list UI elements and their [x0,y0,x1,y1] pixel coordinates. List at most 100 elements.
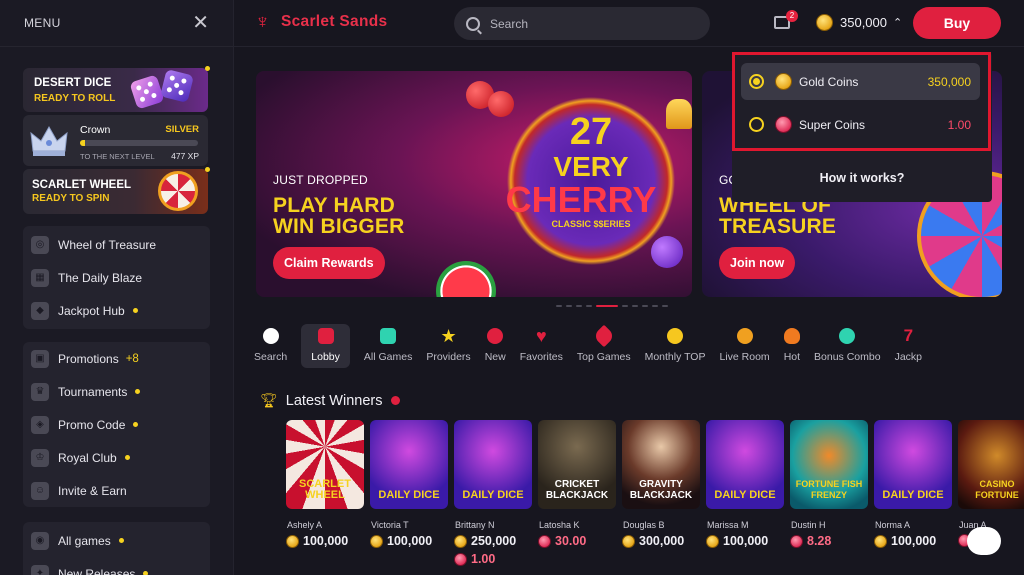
pager-dot[interactable] [652,305,658,307]
level-name: Crown [80,124,111,136]
search-input[interactable] [490,16,690,31]
chat-button[interactable] [967,527,1001,555]
winner-card[interactable]: GRAVITY BLACKJACK Douglas B 300,000 [622,420,700,548]
logo-line-3: CLASSIC $$ERIES [551,219,631,229]
win-amount: 8.28 [790,534,868,548]
sidebar-item-promo-code[interactable]: ◈ Promo Code [23,408,210,441]
pager-dot[interactable] [632,305,638,307]
new-icon: ✦ [31,564,49,575]
tab-label: Providers [426,351,471,363]
nav-label: Royal Club [58,450,117,465]
promo-scarlet-wheel[interactable]: SCARLET WHEEL READY TO SPIN [23,169,208,214]
sidebar-item-jackpot-hub[interactable]: ◆ Jackpot Hub [23,294,210,327]
promo-crown-level[interactable]: Crown SILVER TO THE NEXT LEVEL 477 XP [23,115,208,166]
brand-logo[interactable]: ♆ Scarlet Sands [255,11,387,33]
notification-dot [143,571,149,575]
winner-name: Marissa M [707,520,749,530]
tab-bonus-combo[interactable]: Bonus Combo [814,324,881,368]
pager-dot[interactable] [556,305,562,307]
game-title: CASINO FORTUNE [975,479,1019,500]
sidebar-item-royal-club[interactable]: ♔ Royal Club [23,441,210,474]
search-icon [262,328,279,344]
how-it-works-link[interactable]: How it works? [732,171,992,185]
bell-icon [666,99,692,129]
search-bar[interactable] [454,7,710,40]
tab-new[interactable]: New [485,324,506,368]
close-icon[interactable]: ✕ [192,13,209,33]
game-title: DAILY DICE [378,489,440,501]
winner-card[interactable]: DAILY DICE Norma A 100,000 [874,420,952,548]
section-title: Latest Winners [285,392,383,409]
winner-card[interactable]: DAILY DICE Brittany N 250,000 1.00 [454,420,532,566]
notification-dot [205,66,210,71]
trophy-icon: 🏆︎ [260,392,278,408]
tab-label: All Games [363,351,413,363]
pager-dot[interactable] [642,305,648,307]
wheel-icon [158,171,198,211]
gold-coin-icon [706,534,719,548]
tab-jackpot[interactable]: 7 Jackp [895,324,922,368]
notification-dot [132,308,138,313]
sidebar-item-promotions[interactable]: ▣ Promotions +8 [23,342,210,375]
tab-live-room[interactable]: Live Room [719,324,770,368]
sidebar-item-invite-earn[interactable]: ☺ Invite & Earn [23,474,210,507]
tab-all-games[interactable]: All Games [364,324,412,368]
tab-monthly-top[interactable]: Monthly TOP [645,324,705,368]
tab-providers[interactable]: ★ Providers [426,324,470,368]
tab-hot[interactable]: Hot [784,324,800,368]
gold-coin-icon [286,534,299,548]
tab-search[interactable]: Search [254,324,287,368]
sidebar-item-new-releases[interactable]: ✦ New Releases [23,557,210,575]
seven-icon: 7 [903,326,914,345]
pager-dot[interactable] [566,305,572,307]
tab-top-games[interactable]: Top Games [577,324,631,368]
banner-very-cherry[interactable]: 27 VERY CHERRY CLASSIC $$ERIES JUST DROP… [256,71,692,297]
winner-card[interactable]: DAILY DICE Victoria T 100,000 [370,420,448,548]
mail-icon[interactable]: 2 [774,10,798,29]
game-title: CRICKET BLACKJACK [545,479,609,501]
option-value: 350,000 [927,74,971,89]
tab-label: Jackp [894,351,923,363]
plum-icon [651,236,683,268]
sidebar-item-daily-blaze[interactable]: ▦ The Daily Blaze [23,261,210,294]
tab-lobby[interactable]: Lobby [301,324,350,368]
promo-desert-dice[interactable]: DESERT DICE READY TO ROLL [23,68,208,112]
pager-dot-active[interactable] [596,305,618,307]
gold-coin-icon [775,73,792,90]
claim-rewards-button[interactable]: Claim Rewards [273,247,385,279]
super-coin-icon [775,116,792,133]
pager-dot[interactable] [622,305,628,307]
game-title: DAILY DICE [882,489,944,501]
win-amount: 100,000 [286,534,364,548]
buy-button[interactable]: Buy [913,7,1001,39]
winner-card[interactable]: SCARLET WHEEL Ashely A 100,000 [286,420,364,548]
tab-favorites[interactable]: ♥ Favorites [520,324,563,368]
winner-card[interactable]: FORTUNE FISH FRENZY Dustin H 8.28 [790,420,868,548]
balance-selector[interactable]: 350,000 ⌃ [816,14,902,31]
game-thumbnail: DAILY DICE [454,420,532,509]
join-now-button[interactable]: Join now [719,247,796,279]
notification-dot [118,538,124,543]
winner-card[interactable]: DAILY DICE Marissa M 100,000 [706,420,784,548]
pager-dot[interactable] [586,305,592,307]
sidebar-item-wheel-of-treasure[interactable]: ◎ Wheel of Treasure [23,228,210,261]
nav-label: Promotions [58,351,119,366]
logo-number: 27 [569,111,613,153]
sidebar-item-tournaments[interactable]: ♛ Tournaments [23,375,210,408]
headline-line-2: TREASURE [719,215,837,238]
nav-label: Promo Code [58,417,126,432]
gold-coins-option[interactable]: Gold Coins 350,000 [741,63,980,100]
sidebar-item-all-games[interactable]: ◉ All games [23,524,210,557]
gold-coin-icon [874,534,887,548]
category-tabs: Search Lobby All Games ★ Providers New ♥ F… [254,324,1024,368]
pager-dot[interactable] [662,305,668,307]
amount-value: 100,000 [303,534,349,548]
jackpot-icon: ◆ [31,301,49,320]
chevron-up-icon: ⌃ [893,17,903,29]
search-icon [466,16,480,31]
super-coins-option[interactable]: Super Coins 1.00 [741,106,980,143]
pager-dot[interactable] [576,305,582,307]
winner-card[interactable]: CRICKET BLACKJACK Latosha K 30.00 [538,420,616,548]
game-title: GRAVITY BLACKJACK [629,479,693,501]
mail-count-badge: 2 [786,10,798,22]
